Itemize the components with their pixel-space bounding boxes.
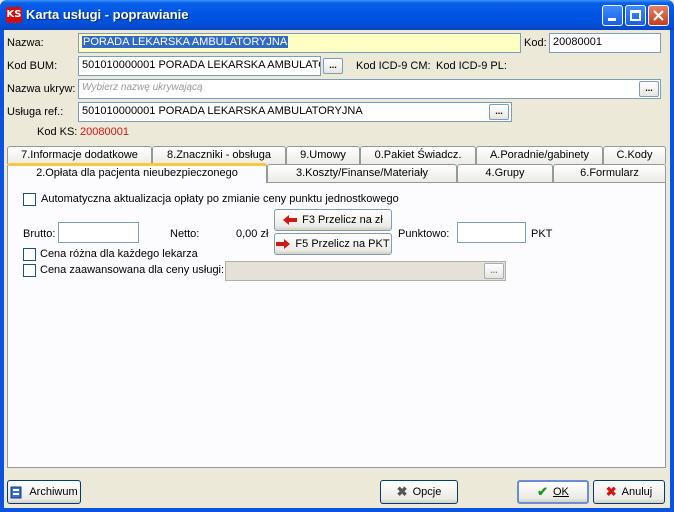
- punktowo-input[interactable]: [457, 222, 526, 243]
- f5-przelicz-pkt-button[interactable]: F5 Przelicz na PKT: [274, 233, 392, 255]
- tab-informacje-dodatkowe[interactable]: 7.Informacje dodatkowe: [7, 146, 152, 164]
- cena-zaaw-input: [225, 261, 506, 281]
- cancel-x-icon: ✖: [605, 484, 617, 499]
- f5-button-label: F5 Przelicz na PKT: [295, 238, 390, 250]
- nazwa-ukryw-browse-button[interactable]: ...: [639, 81, 659, 97]
- netto-value: 0,00 zł: [236, 228, 269, 240]
- arrow-left-icon: [283, 215, 298, 225]
- auto-update-label: Automatyczna aktualizacja opłaty po zmia…: [41, 193, 399, 205]
- kod-bum-browse-button[interactable]: ...: [323, 58, 343, 74]
- window-title: Karta usługi - poprawianie: [26, 7, 189, 22]
- cena-zaaw-browse-button: ...: [484, 263, 504, 279]
- archive-icon: [10, 486, 22, 499]
- tab-grupy[interactable]: 4.Grupy: [457, 164, 553, 182]
- f3-przelicz-zl-button[interactable]: F3 Przelicz na zł: [274, 209, 392, 231]
- cena-zaaw-checkbox[interactable]: [23, 264, 36, 277]
- kod-label: Kod:: [524, 37, 547, 49]
- kod-icd9pl-label: Kod ICD-9 PL:: [436, 60, 507, 72]
- opcje-button[interactable]: ✖ Opcje: [380, 480, 458, 504]
- anuluj-button[interactable]: ✖ Anuluj: [593, 480, 665, 504]
- usluga-ref-input[interactable]: 501010000001 PORADA LEKARSKA AMBULATORYJ…: [78, 102, 512, 122]
- tab-oplata-nieubezpieczonego[interactable]: 2.Opłata dla pacjenta nieubezpieczonego: [7, 163, 267, 183]
- tab-formularz[interactable]: 6.Formularz: [553, 164, 666, 182]
- brutto-label: Brutto:: [23, 228, 56, 240]
- nazwa-input[interactable]: PORADA LEKARSKA AMBULATORYJNA: [78, 33, 521, 53]
- tab-kody[interactable]: C.Kody: [603, 146, 666, 164]
- close-icon: [653, 10, 664, 21]
- archiwum-button[interactable]: Archiwum: [7, 480, 81, 504]
- maximize-button[interactable]: [625, 5, 646, 26]
- tab-pakiet-swiadcz[interactable]: 0.Pakiet Świadcz.: [360, 146, 476, 164]
- tab-koszty-finanse[interactable]: 3.Koszty/Finanse/Materiały: [267, 164, 457, 182]
- kod-icd9cm-label: Kod ICD-9 CM:: [356, 60, 431, 72]
- checkmark-icon: ✔: [537, 484, 548, 499]
- opcje-label: Opcje: [412, 486, 442, 498]
- kod-ks-label: Kod KS:: [37, 126, 78, 138]
- cena-rozna-checkbox[interactable]: [23, 248, 36, 261]
- nazwa-ukryw-input[interactable]: Wybierz nazwę ukrywającą: [78, 79, 661, 99]
- nazwa-ukryw-label: Nazwa ukryw:: [7, 83, 76, 95]
- tab-poradnie-gabinety[interactable]: A.Poradnie/gabinety: [476, 146, 603, 164]
- netto-label: Netto:: [170, 228, 200, 240]
- minimize-button[interactable]: [602, 5, 623, 26]
- punktowo-label: Punktowo:: [398, 228, 450, 240]
- close-button[interactable]: [648, 5, 669, 26]
- pkt-unit: PKT: [531, 228, 553, 240]
- maximize-icon: [630, 10, 641, 21]
- brutto-input[interactable]: [58, 222, 139, 243]
- arrow-right-icon: [276, 239, 291, 249]
- cena-zaaw-label: Cena zaawansowana dla ceny usługi:: [40, 264, 225, 276]
- title-bar[interactable]: KS Karta usługi - poprawianie: [0, 0, 674, 30]
- nazwa-value: PORADA LEKARSKA AMBULATORYJNA: [82, 36, 289, 48]
- kod-input[interactable]: 20080001: [549, 33, 661, 53]
- nazwa-label: Nazwa:: [7, 37, 44, 49]
- minimize-icon: [608, 18, 616, 21]
- tab-znaczniki[interactable]: 8.Znaczniki - obsługa: [152, 146, 286, 164]
- archiwum-label: Archiwum: [29, 486, 78, 498]
- kod-bum-input[interactable]: 501010000001 PORADA LEKARSKA AMBULATORYJ…: [78, 56, 321, 76]
- anuluj-label: Anuluj: [621, 486, 653, 498]
- app-icon: KS: [6, 7, 22, 23]
- cena-rozna-label: Cena różna dla każdego lekarza: [40, 248, 198, 260]
- auto-update-checkbox[interactable]: [23, 193, 36, 206]
- f3-button-label: F3 Przelicz na zł: [302, 214, 383, 226]
- usluga-ref-browse-button[interactable]: ...: [489, 104, 509, 120]
- ok-label: OK: [553, 486, 569, 498]
- ok-button[interactable]: ✔ OK: [517, 480, 589, 504]
- kod-ks-value: 20080001: [80, 126, 129, 138]
- tab-umowy[interactable]: 9.Umowy: [286, 146, 360, 164]
- tools-icon: ✖: [396, 484, 408, 499]
- kod-bum-label: Kod BUM:: [7, 60, 58, 72]
- usluga-ref-label: Usługa ref.:: [7, 106, 64, 118]
